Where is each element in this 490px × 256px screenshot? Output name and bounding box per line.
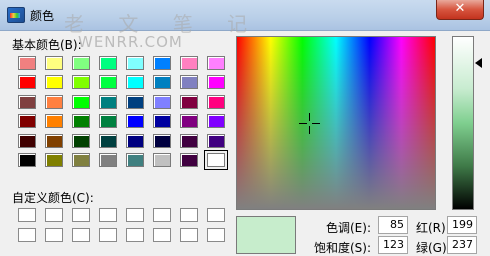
- basic-color-swatch[interactable]: [18, 153, 36, 167]
- custom-color-swatch[interactable]: [18, 228, 36, 242]
- red-input[interactable]: 199: [447, 216, 477, 234]
- basic-color-swatch[interactable]: [72, 134, 90, 148]
- basic-color-swatch[interactable]: [126, 56, 144, 70]
- basic-color-swatch[interactable]: [99, 114, 117, 128]
- basic-color-swatch[interactable]: [126, 153, 144, 167]
- basic-color-swatch[interactable]: [180, 134, 198, 148]
- basic-color-swatch[interactable]: [180, 56, 198, 70]
- hue-input[interactable]: 85: [378, 216, 408, 234]
- basic-colors-label: 基本颜色(B):: [12, 38, 82, 52]
- basic-color-swatch[interactable]: [99, 75, 117, 89]
- basic-color-swatch[interactable]: [126, 75, 144, 89]
- basic-color-swatch[interactable]: [204, 150, 228, 170]
- watermark-url: WENRR.COM: [78, 33, 183, 51]
- basic-color-swatch[interactable]: [45, 114, 63, 128]
- basic-color-swatch[interactable]: [207, 95, 225, 109]
- basic-color-swatch[interactable]: [153, 56, 171, 70]
- basic-color-swatch[interactable]: [153, 153, 171, 167]
- basic-color-swatch[interactable]: [153, 95, 171, 109]
- saturation-label: 饱和度(S):: [314, 241, 372, 255]
- basic-color-swatch[interactable]: [99, 56, 117, 70]
- custom-color-swatch[interactable]: [153, 208, 171, 222]
- custom-color-swatch[interactable]: [72, 228, 90, 242]
- green-label: 绿(G):: [416, 241, 451, 255]
- custom-colors-label: 自定义颜色(C):: [12, 191, 94, 205]
- basic-color-swatch[interactable]: [45, 134, 63, 148]
- custom-color-swatch[interactable]: [153, 228, 171, 242]
- green-input[interactable]: 237: [447, 236, 477, 254]
- basic-color-swatch[interactable]: [99, 153, 117, 167]
- window-title: 颜色: [30, 9, 55, 23]
- basic-color-swatch[interactable]: [126, 95, 144, 109]
- basic-color-swatch[interactable]: [207, 114, 225, 128]
- basic-color-swatch[interactable]: [72, 114, 90, 128]
- basic-color-swatch[interactable]: [45, 153, 63, 167]
- custom-color-swatch[interactable]: [45, 228, 63, 242]
- basic-color-swatch[interactable]: [72, 56, 90, 70]
- color-palette-icon: [7, 7, 25, 23]
- basic-color-swatch[interactable]: [99, 95, 117, 109]
- custom-color-swatch[interactable]: [45, 208, 63, 222]
- basic-color-swatch[interactable]: [153, 114, 171, 128]
- basic-color-swatch[interactable]: [45, 95, 63, 109]
- custom-color-swatch[interactable]: [180, 228, 198, 242]
- basic-color-swatch[interactable]: [18, 56, 36, 70]
- basic-color-swatch[interactable]: [153, 75, 171, 89]
- luminance-slider[interactable]: [452, 36, 474, 210]
- basic-color-swatch[interactable]: [126, 134, 144, 148]
- custom-color-swatch[interactable]: [18, 208, 36, 222]
- custom-color-swatch[interactable]: [72, 208, 90, 222]
- basic-color-swatch[interactable]: [180, 95, 198, 109]
- custom-color-swatch[interactable]: [126, 228, 144, 242]
- luminance-arrow-icon[interactable]: [475, 58, 482, 68]
- basic-color-swatch[interactable]: [45, 75, 63, 89]
- basic-color-swatch[interactable]: [18, 95, 36, 109]
- basic-color-swatch[interactable]: [72, 95, 90, 109]
- basic-color-swatch[interactable]: [18, 75, 36, 89]
- custom-color-swatch[interactable]: [99, 228, 117, 242]
- basic-color-swatch[interactable]: [18, 134, 36, 148]
- basic-color-swatch[interactable]: [72, 153, 90, 167]
- red-label: 红(R):: [416, 221, 450, 235]
- hue-label: 色调(E):: [326, 221, 371, 235]
- basic-color-swatch[interactable]: [207, 75, 225, 89]
- custom-color-swatch[interactable]: [180, 208, 198, 222]
- color-spectrum[interactable]: [236, 36, 436, 210]
- basic-color-swatch[interactable]: [126, 114, 144, 128]
- basic-color-swatch[interactable]: [18, 114, 36, 128]
- basic-color-swatch[interactable]: [207, 56, 225, 70]
- basic-color-swatch[interactable]: [153, 134, 171, 148]
- basic-color-swatch[interactable]: [72, 75, 90, 89]
- basic-color-swatch[interactable]: [180, 153, 198, 167]
- basic-color-swatch[interactable]: [99, 134, 117, 148]
- basic-color-swatch[interactable]: [207, 134, 225, 148]
- custom-color-swatch[interactable]: [207, 208, 225, 222]
- basic-color-swatch[interactable]: [180, 75, 198, 89]
- saturation-input[interactable]: 123: [378, 236, 408, 254]
- custom-color-swatch[interactable]: [99, 208, 117, 222]
- basic-color-swatch[interactable]: [45, 56, 63, 70]
- custom-color-swatch[interactable]: [126, 208, 144, 222]
- color-preview: [236, 216, 296, 254]
- crosshair-cursor-icon: [299, 113, 320, 134]
- close-button[interactable]: ✕: [436, 0, 484, 20]
- custom-color-swatch[interactable]: [207, 228, 225, 242]
- basic-color-swatch[interactable]: [180, 114, 198, 128]
